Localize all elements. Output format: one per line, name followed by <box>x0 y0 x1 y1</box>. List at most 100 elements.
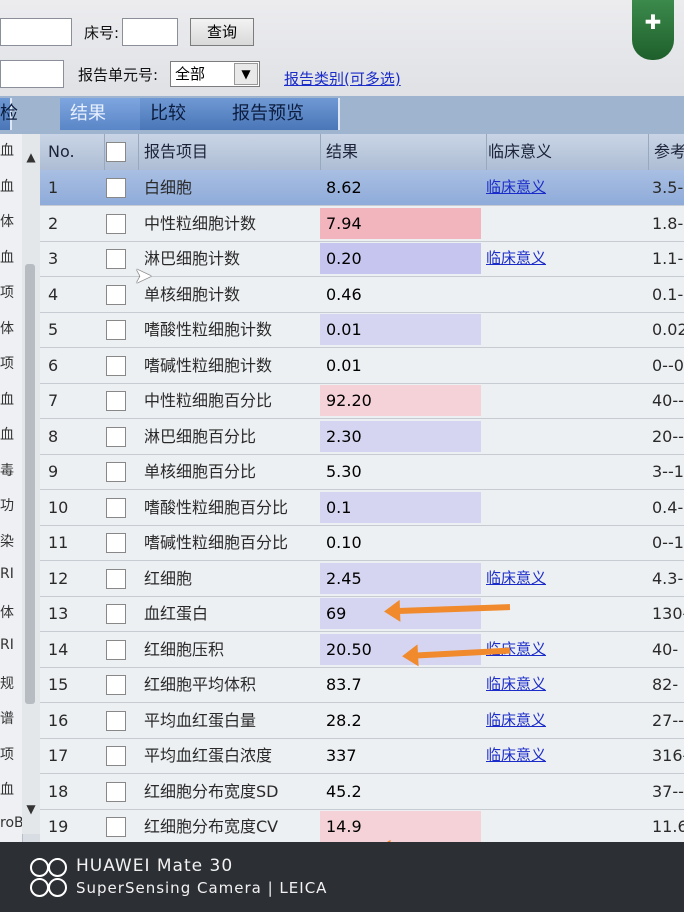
row-checkbox[interactable] <box>106 249 126 269</box>
row-result: 5.30 <box>326 462 362 481</box>
clinical-significance-link[interactable]: 临床意义 <box>486 561 546 596</box>
left-list-item[interactable]: 血 <box>0 779 22 799</box>
row-checkbox[interactable] <box>106 213 126 234</box>
clinical-significance-link[interactable]: 临床意义 <box>486 738 546 773</box>
header-checkbox-col[interactable] <box>104 134 139 170</box>
row-item: 淋巴细胞计数 <box>144 249 241 268</box>
tab-partial[interactable]: 检 <box>0 98 18 130</box>
scroll-thumb[interactable] <box>25 264 35 704</box>
row-item: 红细胞压积 <box>144 639 225 659</box>
table-row[interactable]: 16 平均血红蛋白量 28.2 临床意义 27-- <box>40 703 684 739</box>
left-list-item[interactable]: roB <box>0 815 22 831</box>
left-list-item[interactable]: 血 <box>0 176 22 196</box>
table-row[interactable]: 8 淋巴细胞百分比 2.30 20-- <box>40 419 684 455</box>
row-checkbox[interactable] <box>106 568 126 589</box>
row-checkbox[interactable] <box>106 178 126 198</box>
tab-compare[interactable]: 比较 <box>140 98 224 130</box>
report-unit-select[interactable]: 全部 ▼ <box>170 61 260 87</box>
table-row[interactable]: 7 中性粒细胞百分比 92.20 40-- <box>40 383 684 419</box>
row-checkbox[interactable] <box>106 497 126 518</box>
table-row[interactable]: 18 红细胞分布宽度SD 45.2 37-- <box>40 774 684 810</box>
report-category-link[interactable]: 报告类别(可多选) <box>284 68 401 89</box>
report-unit-label: 报告单元号: <box>78 66 159 84</box>
row-checkbox[interactable] <box>106 817 126 837</box>
row-checkbox[interactable] <box>106 675 126 695</box>
query-button[interactable]: 查询 <box>190 18 254 46</box>
row-reference: 130- <box>652 604 684 623</box>
table-row[interactable]: 13血红蛋白69130- <box>40 596 684 632</box>
left-list-item[interactable]: 血 <box>0 389 22 409</box>
row-checkbox[interactable] <box>106 426 126 447</box>
row-checkbox[interactable] <box>106 320 126 340</box>
clinical-significance-link[interactable]: 临床意义 <box>486 667 546 702</box>
row-checkbox[interactable] <box>106 746 126 766</box>
row-checkbox[interactable] <box>106 710 126 731</box>
header-item[interactable]: 报告项目 <box>138 134 321 170</box>
left-list-item[interactable]: 体 <box>0 211 22 231</box>
left-list-item[interactable]: 项 <box>0 282 22 302</box>
table-row[interactable]: 9 单核细胞百分比 5.30 3--1 <box>40 454 684 490</box>
clinical-significance-link[interactable]: 临床意义 <box>486 170 546 205</box>
clinical-significance-link[interactable]: 临床意义 <box>486 703 546 738</box>
left-list-item[interactable]: 血 <box>0 140 22 160</box>
left-list-item[interactable]: 体 <box>0 602 22 622</box>
table-row[interactable]: 11 嗜碱性粒细胞百分比 0.10 0--1 <box>40 525 684 561</box>
table-row[interactable]: 15 红细胞平均体积 83.7 临床意义 82- <box>40 667 684 703</box>
row-checkbox[interactable] <box>106 604 126 624</box>
row-result: 45.2 <box>326 781 362 801</box>
left-list-item[interactable]: 染 <box>0 531 22 551</box>
left-list-item[interactable]: 体 <box>0 318 22 338</box>
select-all-checkbox[interactable] <box>106 142 126 162</box>
header-result[interactable]: 结果 <box>320 134 487 170</box>
left-list-item[interactable]: 功 <box>0 495 22 515</box>
clinical-significance-link[interactable]: 临床意义 <box>486 241 546 276</box>
patient-input[interactable] <box>0 18 72 46</box>
table-row[interactable]: 10 嗜酸性粒细胞百分比 0.1 0.4- <box>40 490 684 526</box>
row-result: 2.30 <box>320 420 481 452</box>
row-item: 白细胞 <box>144 178 193 197</box>
left-list-item[interactable]: 谱 <box>0 708 22 728</box>
header-no[interactable]: No. <box>40 134 105 170</box>
left-list-item[interactable]: 规 <box>0 673 22 693</box>
left-list-item[interactable]: 项 <box>0 744 22 764</box>
left-list-item[interactable]: 毒 <box>0 460 22 480</box>
row-checkbox[interactable] <box>106 355 126 376</box>
table-row[interactable]: 14 红细胞压积 20.50 临床意义 40- <box>40 632 684 668</box>
header-reference[interactable]: 参考 <box>652 134 684 170</box>
row-item: 嗜酸性粒细胞计数 <box>144 320 273 339</box>
scroll-up-icon[interactable]: ▲ <box>22 150 40 168</box>
tab-compare-label: 比较 <box>150 103 186 124</box>
row-reference: 3--1 <box>652 462 684 481</box>
row-item: 红细胞平均体积 <box>144 675 257 694</box>
table-row[interactable]: 2 中性粒细胞计数 7.94 1.8- <box>40 206 684 242</box>
left-list-item[interactable]: RI <box>0 566 22 582</box>
row-result: 0.20 <box>320 243 481 274</box>
row-checkbox[interactable] <box>106 639 126 660</box>
left-list-item[interactable]: RI <box>0 637 22 653</box>
scroll-down-icon[interactable]: ▼ <box>22 802 40 820</box>
table-row[interactable]: 17 平均血红蛋白浓度 337 临床意义 316- <box>40 738 684 774</box>
row-checkbox[interactable] <box>106 284 126 305</box>
table-row[interactable]: 6 嗜碱性粒细胞计数 0.01 0--0 <box>40 348 684 384</box>
left-list-item[interactable]: 项 <box>0 353 22 373</box>
scrollbar[interactable]: ▲ ▼ <box>22 134 40 834</box>
row-checkbox[interactable] <box>106 462 126 482</box>
dropdown-arrow-icon[interactable]: ▼ <box>234 63 258 85</box>
tab-report-preview[interactable]: 报告预览 <box>222 98 340 130</box>
left-report-list[interactable]: 血血体血项体项血血毒功染 RI 体 RI 规谱项血 roB <box>0 134 23 894</box>
bed-input[interactable] <box>122 18 178 46</box>
table-row[interactable]: 19 红细胞分布宽度CV 14.9 11.6- <box>40 809 684 845</box>
row-checkbox[interactable] <box>106 781 126 802</box>
row-result: 20.50 <box>320 633 481 665</box>
table-row[interactable]: 1 白细胞 8.62 临床意义 3.5- <box>40 170 684 206</box>
row-reference: 1.1- <box>652 249 684 268</box>
header-clinical[interactable]: 临床意义 <box>486 134 649 170</box>
tab-results[interactable]: 结果 <box>60 98 144 130</box>
date-input[interactable] <box>0 60 64 88</box>
left-list-item[interactable]: 血 <box>0 247 22 267</box>
table-row[interactable]: 5 嗜酸性粒细胞计数 0.01 0.02 <box>40 312 684 348</box>
table-row[interactable]: 12 红细胞 2.45 临床意义 4.3- <box>40 561 684 597</box>
left-list-item[interactable]: 血 <box>0 424 22 444</box>
row-checkbox[interactable] <box>106 533 126 553</box>
row-checkbox[interactable] <box>106 391 126 411</box>
